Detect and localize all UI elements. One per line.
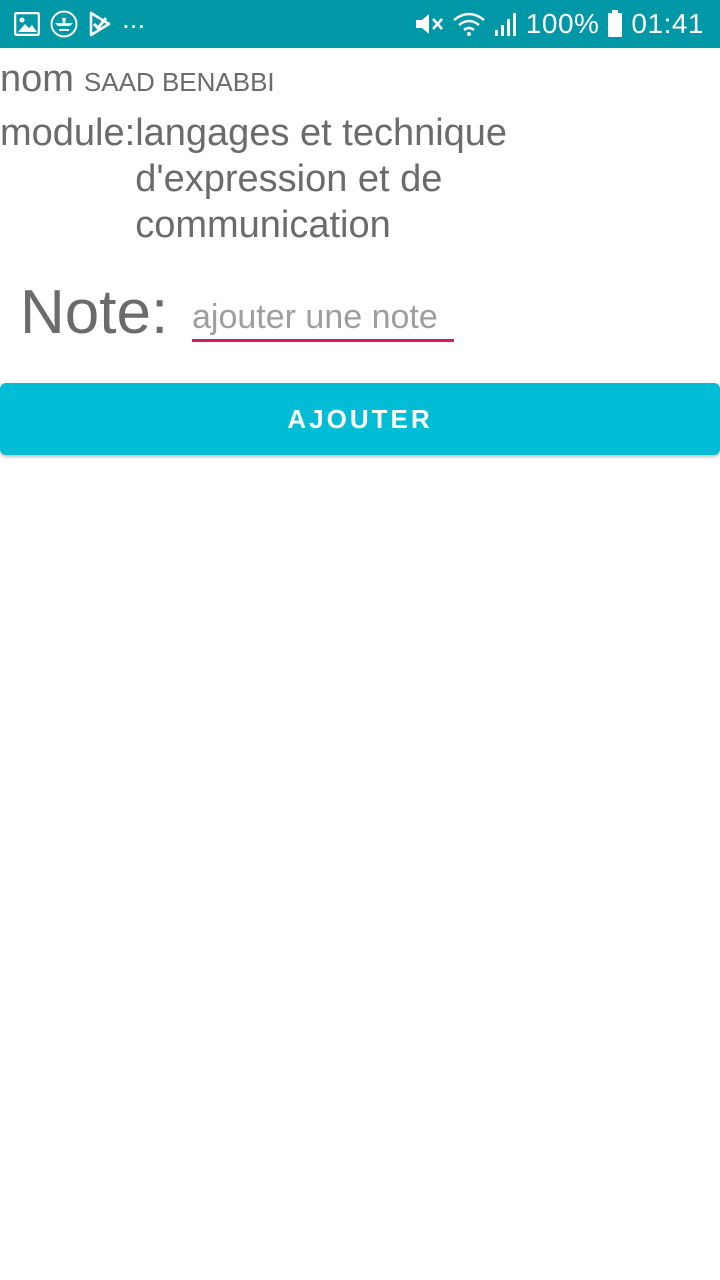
status-bar-left: ... xyxy=(14,0,145,48)
screen: ... 100% 01:41 nom SAAD BENABBI module: … xyxy=(0,0,720,1280)
mute-icon xyxy=(414,11,444,37)
module-label: module: xyxy=(0,112,136,154)
battery-icon xyxy=(607,10,623,38)
more-notifications-indicator: ... xyxy=(122,3,146,34)
check-icon xyxy=(88,11,112,37)
app-icon xyxy=(50,10,78,38)
ajouter-button[interactable]: AJOUTER xyxy=(0,383,720,455)
image-icon xyxy=(14,12,40,36)
module-value: langages et technique d'expression et de… xyxy=(135,112,508,246)
battery-percent: 100% xyxy=(525,8,600,39)
signal-icon xyxy=(494,11,518,37)
nom-label: nom xyxy=(0,58,74,100)
clock: 01:41 xyxy=(631,8,704,39)
status-bar: ... 100% 01:41 xyxy=(0,0,720,48)
note-row: Note: xyxy=(0,276,720,356)
nom-row: nom SAAD BENABBI xyxy=(0,58,275,100)
note-input[interactable] xyxy=(192,296,454,342)
module-row: module: langages et technique d'expressi… xyxy=(0,110,720,248)
nom-value: SAAD BENABBI xyxy=(83,67,275,97)
wifi-icon xyxy=(452,11,486,37)
status-bar-right: 100% 01:41 xyxy=(414,0,704,48)
note-label: Note: xyxy=(20,278,169,347)
